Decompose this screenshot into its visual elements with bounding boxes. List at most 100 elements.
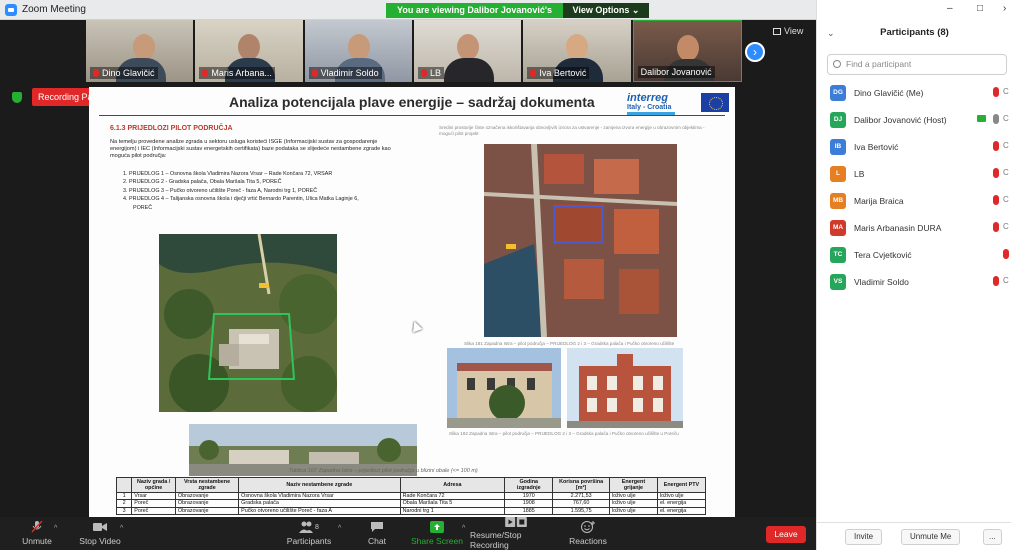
participant-row[interactable]: DJ Dalibor Jovanović (Host) C bbox=[817, 106, 1011, 133]
video-off-indicator: C bbox=[1003, 276, 1009, 285]
participant-name: Vladimir Soldo bbox=[854, 276, 909, 287]
video-off-indicator: C bbox=[1003, 141, 1009, 150]
participant-row[interactable]: VS Vladimir Soldo C bbox=[817, 268, 1011, 295]
list-item: 4. PRIJEDLOG 4 – Talijanska osnovna škol… bbox=[123, 196, 359, 203]
maximize-button[interactable]: □ bbox=[977, 3, 983, 14]
list-item: 2. PRIJEDLOG 2 - Gradska palača, Obala M… bbox=[123, 179, 282, 186]
tile-name: Vladimir Soldo bbox=[308, 67, 382, 79]
grid-icon bbox=[773, 27, 781, 35]
list-item: 1. PRIJEDLOG 1 – Osnovna škola Vladimira… bbox=[123, 171, 333, 177]
next-page-arrow-icon[interactable]: › bbox=[745, 42, 765, 62]
panel-title: Participants (8) bbox=[880, 27, 949, 38]
tile-name: Iva Bertović bbox=[527, 67, 590, 79]
aerial-photo bbox=[159, 234, 337, 412]
audio-options-caret-icon[interactable]: ^ bbox=[54, 525, 57, 532]
table-header-row: Naziv grada / općine Vrsta nestambene zg… bbox=[115, 477, 707, 493]
more-options-button[interactable]: ... bbox=[983, 529, 1002, 545]
video-tile[interactable]: Iva Bertović bbox=[523, 20, 631, 82]
meeting-toolbar: Unmute ^ Stop Video ^ 8 Participants ^ C… bbox=[0, 517, 816, 550]
avatar: DG bbox=[830, 84, 846, 101]
section-heading: 6.1.3 PRIJEDLOZI PILOT PODRUČJA bbox=[110, 125, 233, 132]
list-item: 3. PRIJEDLOG 3 – Pučko otvoreno učilište… bbox=[123, 187, 318, 194]
video-tile[interactable]: Vladimir Soldo bbox=[304, 20, 412, 82]
participants-label: Participants bbox=[286, 536, 332, 546]
chat-button[interactable]: Chat bbox=[362, 517, 392, 550]
building-photo bbox=[567, 348, 683, 428]
participant-row[interactable]: L LB C bbox=[817, 160, 1011, 187]
collapse-chevron-icon[interactable]: ⌄ bbox=[827, 22, 835, 44]
participant-name: Marija Braica bbox=[854, 195, 904, 206]
video-off-indicator: C bbox=[1003, 222, 1009, 231]
video-options-caret-icon[interactable]: ^ bbox=[120, 525, 123, 532]
video-tile[interactable]: LB bbox=[413, 20, 522, 82]
resume-stop-recording-button[interactable]: Resume/Stop Recording bbox=[470, 517, 562, 550]
participant-search-input[interactable]: Find a participant bbox=[827, 54, 1007, 75]
video-camera-icon bbox=[93, 523, 107, 531]
muted-mic-icon bbox=[1003, 249, 1009, 259]
muted-mic-icon bbox=[993, 168, 999, 178]
document-header: Analiza potencijala plave energije – sad… bbox=[89, 87, 735, 115]
participants-icon bbox=[299, 521, 314, 533]
pilot-table: Naziv grada / općine Vrsta nestambene zg… bbox=[115, 477, 707, 516]
avatar: MA bbox=[830, 219, 846, 236]
unmute-label: Unmute bbox=[22, 536, 52, 546]
table-row: 1 Vrsar Obrazovanje Osnovna škola Vladim… bbox=[115, 491, 707, 501]
avatar: VS bbox=[830, 273, 846, 290]
video-off-indicator: C bbox=[1003, 114, 1009, 123]
view-button[interactable]: View bbox=[773, 26, 803, 36]
shield-icon[interactable] bbox=[12, 92, 22, 103]
participants-count: 8 bbox=[315, 523, 319, 531]
invite-button[interactable]: Invite bbox=[845, 529, 883, 545]
unmute-button[interactable]: Unmute bbox=[16, 517, 58, 550]
participant-row[interactable]: TC Tera Cvjetković bbox=[817, 241, 1011, 268]
document-title: Analiza potencijala plave energije – sad… bbox=[229, 94, 595, 110]
participants-panel: – □ › ⌄ Participants (8) Find a particip… bbox=[816, 0, 1011, 550]
video-tile[interactable]: Dalibor Jovanović bbox=[632, 20, 742, 82]
video-off-indicator: C bbox=[1003, 87, 1009, 96]
muted-mic-icon bbox=[993, 222, 999, 232]
view-label: View bbox=[784, 26, 804, 36]
search-icon bbox=[833, 60, 841, 68]
close-button[interactable]: › bbox=[1003, 3, 1006, 14]
participant-row[interactable]: IB Iva Bertović C bbox=[817, 133, 1011, 160]
share-screen-label: Share Screen bbox=[411, 536, 463, 546]
share-screen-icon bbox=[430, 521, 444, 533]
participants-button[interactable]: 8 Participants bbox=[283, 517, 335, 550]
stop-video-button[interactable]: Stop Video bbox=[76, 517, 124, 550]
buildings-caption: Slika 182 Zapadna Istra – pilot područja… bbox=[449, 431, 679, 436]
record-controls-icon bbox=[505, 517, 527, 527]
participants-caret-icon[interactable]: ^ bbox=[338, 525, 341, 532]
muted-mic-icon bbox=[993, 141, 999, 151]
table-row: 3 Poreč Obrazovanje Pučko otvoreno učili… bbox=[115, 506, 707, 516]
leave-button[interactable]: Leave bbox=[766, 526, 806, 543]
avatar: MB bbox=[830, 192, 846, 209]
reactions-label: Reactions bbox=[569, 536, 607, 546]
video-on-icon bbox=[977, 115, 986, 122]
video-tile[interactable]: Maris Arbana... bbox=[195, 20, 303, 82]
muted-mic-icon bbox=[31, 521, 43, 533]
eu-flag-icon bbox=[701, 93, 729, 112]
window-title: Zoom Meeting bbox=[22, 4, 86, 15]
view-options-button[interactable]: View Options ⌄ bbox=[563, 3, 649, 18]
muted-mic-icon bbox=[993, 195, 999, 205]
reactions-button[interactable]: Reactions bbox=[568, 517, 608, 550]
muted-mic-icon bbox=[530, 69, 537, 77]
participant-row[interactable]: DG Dino Glavičić (Me) C bbox=[817, 79, 1011, 106]
smiley-plus-icon bbox=[581, 521, 595, 533]
search-placeholder: Find a participant bbox=[846, 59, 912, 69]
unmute-me-button[interactable]: Unmute Me bbox=[901, 529, 961, 545]
share-screen-button[interactable]: Share Screen bbox=[410, 517, 464, 550]
share-caret-icon[interactable]: ^ bbox=[462, 525, 465, 532]
participant-name: Dalibor Jovanović (Host) bbox=[854, 114, 947, 125]
title-bar: Zoom Meeting You are viewing Dalibor Jov… bbox=[0, 0, 816, 30]
participant-row[interactable]: MA Maris Arbanasin DURA C bbox=[817, 214, 1011, 241]
video-tile[interactable]: Dino Glavičić bbox=[86, 20, 194, 82]
recording-label: Resume/Stop Recording bbox=[470, 530, 522, 550]
participant-row[interactable]: MB Marija Braica C bbox=[817, 187, 1011, 214]
header-divider bbox=[99, 115, 725, 116]
participant-name: Dino Glavičić (Me) bbox=[854, 87, 924, 98]
list-item: POREČ bbox=[133, 204, 153, 211]
tile-name: Dino Glavičić bbox=[90, 67, 158, 79]
participant-list: DG Dino Glavičić (Me) C DJ Dalibor Jovan… bbox=[817, 79, 1011, 295]
minimize-button[interactable]: – bbox=[947, 3, 953, 14]
